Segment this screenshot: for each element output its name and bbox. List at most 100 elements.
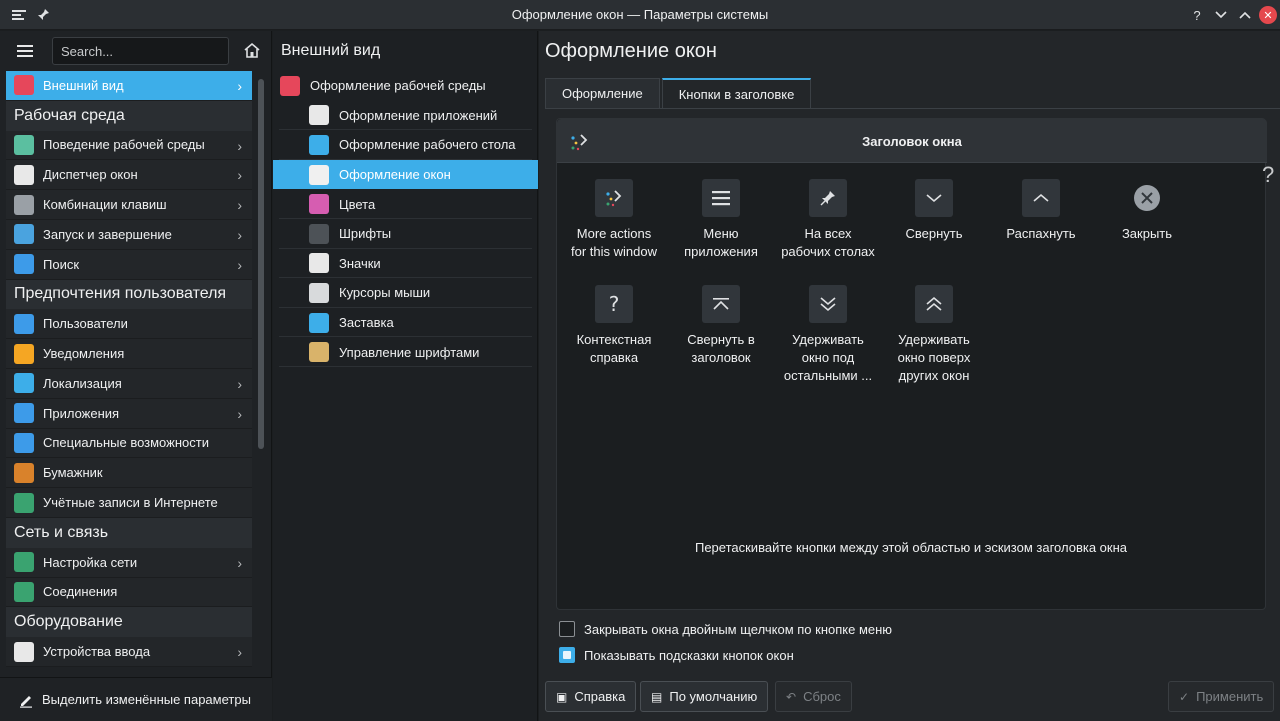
sidebar-footer: Выделить изменённые параметры: [0, 677, 272, 721]
titlebar-button-label: Свернуть: [905, 226, 963, 241]
tab-titlebar-buttons[interactable]: Кнопки в заголовке: [661, 78, 812, 108]
subcategory-list: Оформление рабочей среды Оформление прило…: [273, 71, 538, 367]
cursor-icon: [309, 282, 329, 303]
button-palette: Заголовок окна More actions for this win…: [556, 118, 1267, 610]
defaults-document-icon: ▤: [651, 689, 663, 704]
sidebar-item[interactable]: Устройства ввода ›: [6, 637, 252, 667]
context-help-icon[interactable]: ?: [595, 285, 633, 323]
shade-icon[interactable]: [702, 285, 740, 323]
home-icon[interactable]: [242, 41, 262, 61]
help-titlebar-icon[interactable]: ?: [1188, 6, 1206, 24]
subcategory-item[interactable]: Управление шрифтами: [273, 337, 538, 367]
titlebar-button-tile[interactable]: ? Контекстная справка: [559, 285, 669, 367]
globe-icon: [14, 492, 34, 513]
minimize-icon[interactable]: [915, 179, 953, 217]
sidebar-category: Рабочая среда: [6, 100, 252, 131]
sidebar-item[interactable]: Поиск ›: [6, 249, 252, 280]
highlight-changes-label: Выделить изменённые параметры: [42, 692, 251, 707]
maximize-icon[interactable]: [1022, 179, 1060, 217]
sidebar-item[interactable]: Диспетчер окон ›: [6, 160, 252, 191]
keep-below-icon[interactable]: [809, 285, 847, 323]
subcategory-item[interactable]: Оформление рабочей среды: [273, 71, 538, 101]
sidebar-item-label: Поиск: [43, 256, 80, 272]
sidebar-scrollbar[interactable]: [258, 79, 264, 449]
hamburger-menu-icon[interactable]: [12, 39, 38, 63]
tab-decoration[interactable]: Оформление: [545, 78, 660, 108]
tab-panel: Заголовок окна More actions for this win…: [545, 108, 1280, 670]
sidebar-item[interactable]: Соединения: [6, 577, 252, 608]
close-icon[interactable]: [1128, 179, 1166, 217]
defaults-button-label: По умолчанию: [669, 689, 758, 704]
subcategory-item[interactable]: Оформление рабочего стола: [273, 130, 538, 160]
reset-button[interactable]: ↶ Сброс: [775, 681, 852, 712]
titlebar-button-tile[interactable]: Свернуть в заголовок: [666, 285, 776, 367]
titlebar-button-tile[interactable]: Меню приложения: [666, 179, 776, 261]
help-button-label: Справка: [574, 689, 626, 704]
subcategory-label: Значки: [339, 255, 381, 271]
sidebar-item[interactable]: Специальные возможности: [6, 428, 252, 459]
icons-icon: [309, 253, 329, 274]
subcategory-title: Внешний вид: [281, 42, 381, 59]
sidebar-item[interactable]: Учётные записи в Интернете: [6, 488, 252, 518]
sidebar-item[interactable]: Запуск и завершение ›: [6, 219, 252, 250]
app-menu-icon[interactable]: [702, 179, 740, 217]
subcategory-item[interactable]: Шрифты: [273, 219, 538, 249]
apps-icon: [14, 403, 34, 424]
close-window-icon[interactable]: ✕: [1259, 6, 1277, 24]
titlebar-button-tile[interactable]: Удерживать окно поверх других окон: [879, 285, 989, 385]
sidebar-item[interactable]: Бумажник: [6, 458, 252, 489]
pin-icon[interactable]: [809, 179, 847, 217]
help-button[interactable]: ▣ Справка: [545, 681, 637, 712]
more-actions-icon[interactable]: [595, 179, 633, 217]
subcategory-label: Цвета: [339, 196, 376, 212]
titlebar-button-tile[interactable]: На всех рабочих столах: [773, 179, 883, 261]
search-input[interactable]: [52, 37, 229, 65]
titlebar-preview[interactable]: Заголовок окна: [557, 119, 1267, 163]
sidebar-item-label: Бумажник: [43, 465, 103, 481]
titlebar-button-tile[interactable]: Удерживать окно под остальными ...: [773, 285, 883, 385]
sidebar-item[interactable]: Настройка сети ›: [6, 547, 252, 578]
titlebar-button-tile[interactable]: Закрыть: [1092, 179, 1202, 243]
close-double-click-checkbox[interactable]: [559, 621, 575, 637]
show-tooltips-checkbox[interactable]: [559, 647, 575, 663]
subcategory-label: Оформление окон: [339, 167, 451, 183]
defaults-button[interactable]: ▤ По умолчанию: [640, 681, 769, 712]
sidebar-item[interactable]: Комбинации клавиш ›: [6, 190, 252, 220]
show-tooltips-option[interactable]: Показывать подсказки кнопок окон: [559, 647, 794, 663]
titlebar-button-label: Свернуть в заголовок: [687, 332, 755, 365]
locale-icon: [14, 373, 34, 394]
preview-window-title: Заголовок окна: [862, 134, 962, 149]
help-question-icon[interactable]: ?: [1262, 162, 1274, 188]
subcategory-label: Управление шрифтами: [339, 344, 480, 360]
sidebar-item[interactable]: Внешний вид ›: [6, 71, 252, 101]
checkmark-icon: ✓: [1179, 689, 1190, 704]
close-double-click-option[interactable]: Закрывать окна двойным щелчком по кнопке…: [559, 621, 892, 637]
chevron-right-icon: ›: [237, 137, 242, 154]
subcategory-item[interactable]: Оформление приложений: [273, 101, 538, 131]
sidebar-item[interactable]: Пользователи: [6, 309, 252, 340]
titlebar-button-label: На всех рабочих столах: [781, 226, 875, 259]
subcategory-item[interactable]: Цвета: [273, 189, 538, 219]
apply-button[interactable]: ✓ Применить: [1168, 681, 1275, 712]
sidebar-item[interactable]: Уведомления: [6, 339, 252, 369]
subcategory-item[interactable]: Заставка: [273, 308, 538, 338]
subcategory-item[interactable]: Значки: [273, 249, 538, 279]
highlight-changes-button[interactable]: Выделить изменённые параметры: [18, 692, 251, 708]
titlebar-button-tile[interactable]: More actions for this window: [559, 179, 669, 261]
subcategory-item[interactable]: Оформление окон: [273, 159, 538, 190]
sidebar-item[interactable]: Поведение рабочей среды ›: [6, 130, 252, 161]
minimize-window-icon[interactable]: [1212, 6, 1230, 24]
sidebar-list: Внешний вид › Рабочая среда Поведение рабоч…: [6, 71, 252, 677]
titlebar-button-tile[interactable]: Свернуть: [879, 179, 989, 243]
sidebar-toolbar: [0, 31, 272, 71]
chevron-right-icon: ›: [237, 78, 242, 94]
keep-above-icon[interactable]: [915, 285, 953, 323]
sidebar-item[interactable]: Приложения ›: [6, 398, 252, 429]
titlebar-button-label: Закрыть: [1121, 226, 1173, 241]
subcategory-item[interactable]: Курсоры мыши: [273, 278, 538, 308]
sidebar-item[interactable]: Локализация ›: [6, 368, 252, 399]
apply-button-label: Применить: [1196, 689, 1264, 704]
maximize-window-icon[interactable]: [1236, 6, 1254, 24]
titlebar-button-tile[interactable]: Распахнуть: [986, 179, 1096, 243]
window-manager-icon: [14, 164, 34, 185]
